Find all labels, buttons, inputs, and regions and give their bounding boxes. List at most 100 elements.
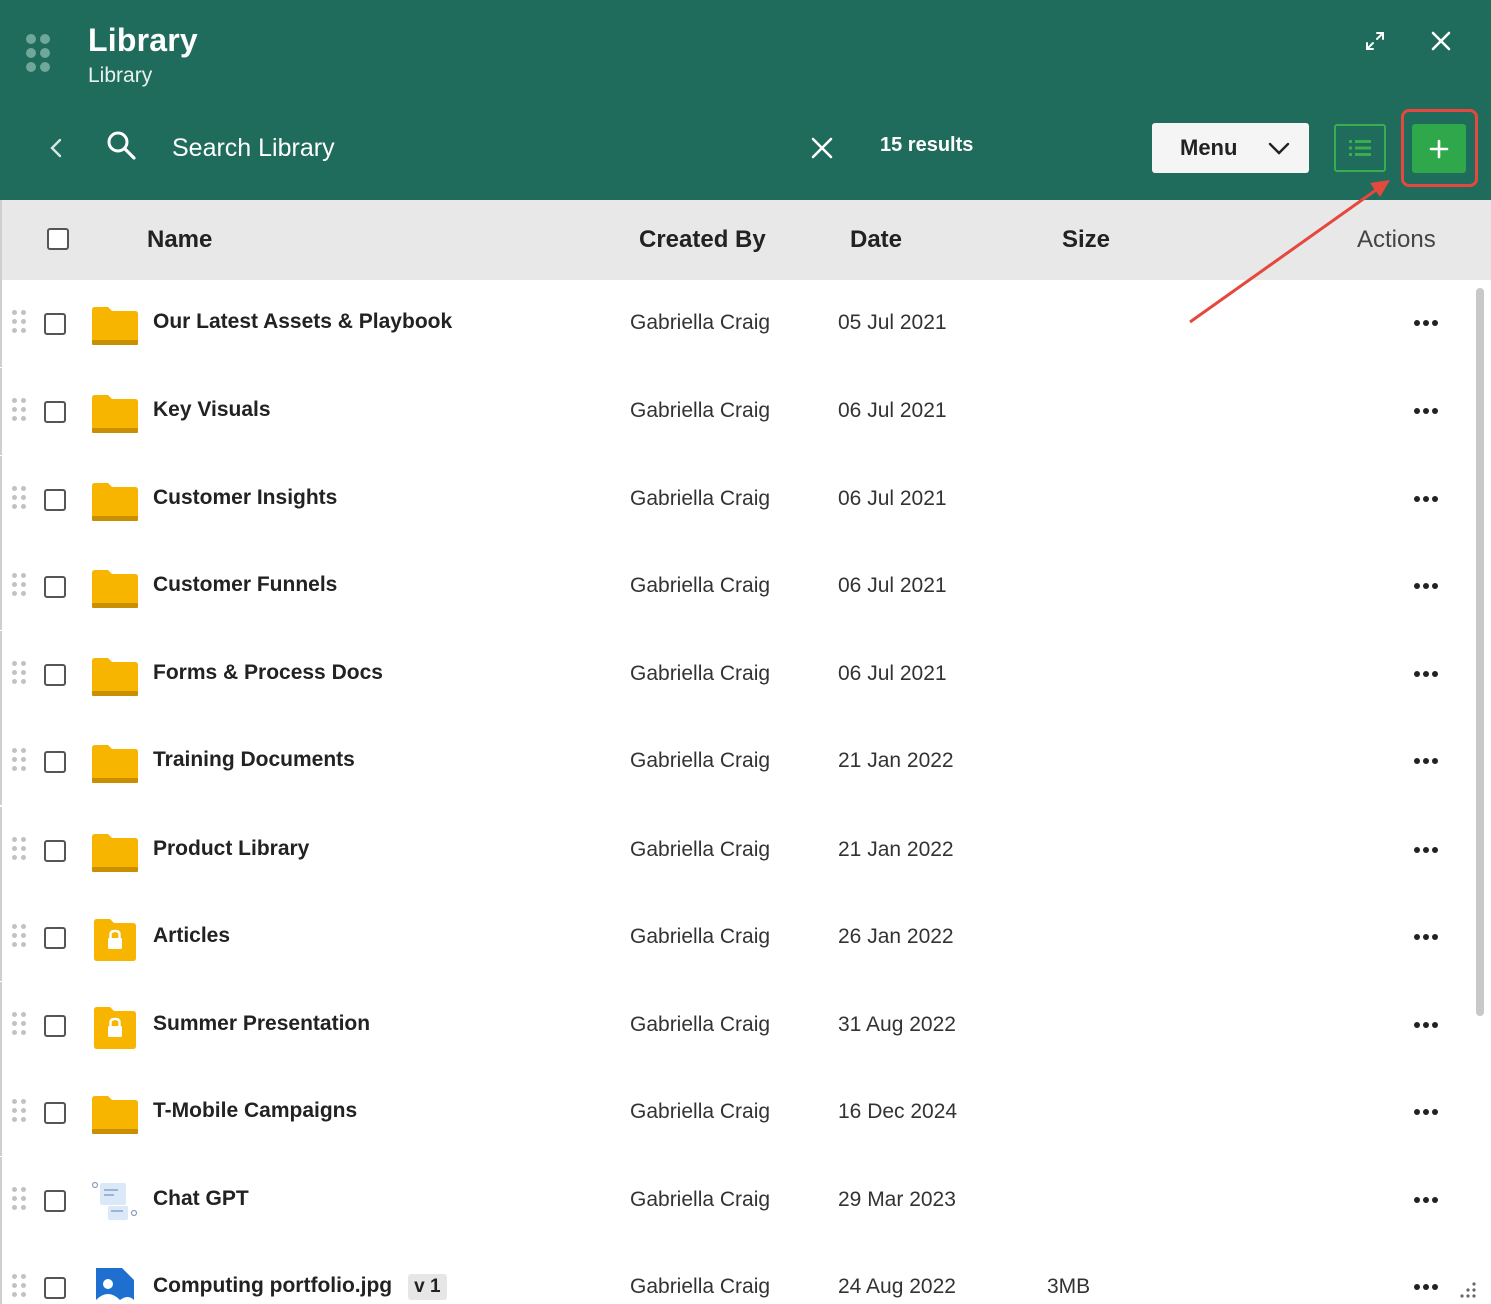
row-name[interactable]: Product Library	[153, 837, 309, 861]
row-actions-button[interactable]	[1408, 1012, 1444, 1038]
more-horizontal-icon	[1414, 408, 1438, 414]
more-horizontal-icon	[1414, 1109, 1438, 1115]
drag-grip-icon[interactable]	[12, 837, 30, 865]
table-row[interactable]: Product Library Gabriella Craig 21 Jan 2…	[0, 807, 1476, 894]
menu-button-label: Menu	[1180, 135, 1238, 160]
row-checkbox[interactable]	[44, 489, 66, 511]
row-created-by: Gabriella Craig	[630, 574, 771, 597]
drag-grip-icon[interactable]	[12, 1099, 30, 1127]
drag-grip-icon[interactable]	[12, 310, 30, 338]
table-row[interactable]: Summer Presentation Gabriella Craig 31 A…	[0, 982, 1476, 1069]
row-actions-button[interactable]	[1408, 661, 1444, 687]
drag-grip-icon[interactable]	[12, 1012, 30, 1040]
row-checkbox[interactable]	[44, 576, 66, 598]
row-checkbox[interactable]	[44, 1015, 66, 1037]
row-name[interactable]: Our Latest Assets & Playbook	[153, 310, 452, 334]
row-checkbox[interactable]	[44, 751, 66, 773]
row-created-by: Gabriella Craig	[630, 749, 771, 772]
drag-grip-icon[interactable]	[12, 573, 30, 601]
list-view-toggle-button[interactable]	[1334, 124, 1386, 172]
row-actions-button[interactable]	[1408, 486, 1444, 512]
row-created-by: Gabriella Craig	[630, 1275, 771, 1298]
folder-icon	[90, 478, 140, 524]
table-row[interactable]: Key Visuals Gabriella Craig 06 Jul 2021	[0, 368, 1476, 455]
row-created-by: Gabriella Craig	[630, 1013, 771, 1036]
resize-grip-icon[interactable]	[1454, 1276, 1480, 1302]
row-name[interactable]: Training Documents	[153, 748, 355, 772]
table-row[interactable]: T-Mobile Campaigns Gabriella Craig 16 De…	[0, 1069, 1476, 1156]
expand-icon	[1366, 32, 1384, 50]
expand-button[interactable]	[1358, 24, 1392, 58]
close-window-button[interactable]	[1424, 24, 1458, 58]
drag-grip-icon[interactable]	[12, 486, 30, 514]
row-actions-button[interactable]	[1408, 573, 1444, 599]
search-input[interactable]	[172, 126, 782, 170]
row-name[interactable]: Key Visuals	[153, 398, 271, 422]
drag-grip-icon[interactable]	[12, 398, 30, 426]
drag-grip-icon[interactable]	[12, 1274, 30, 1302]
table-row[interactable]: Customer Insights Gabriella Craig 06 Jul…	[0, 456, 1476, 543]
row-checkbox[interactable]	[44, 927, 66, 949]
window-subtitle: Library	[88, 64, 153, 87]
table-row[interactable]: Customer Funnels Gabriella Craig 06 Jul …	[0, 543, 1476, 630]
row-actions-button[interactable]	[1408, 1187, 1444, 1213]
table-row[interactable]: Articles Gabriella Craig 26 Jan 2022	[0, 894, 1476, 981]
column-header-date[interactable]: Date	[850, 226, 902, 254]
clear-search-button[interactable]	[804, 130, 840, 166]
row-name[interactable]: Customer Insights	[153, 486, 337, 510]
row-actions-button[interactable]	[1408, 837, 1444, 863]
drag-grip-icon[interactable]	[12, 661, 30, 689]
row-date: 06 Jul 2021	[838, 487, 947, 510]
table-row[interactable]: Computing portfolio.jpg v 1 Gabriella Cra…	[0, 1244, 1476, 1304]
table-row[interactable]: Chat GPT Gabriella Craig 29 Mar 2023	[0, 1157, 1476, 1244]
column-header-name[interactable]: Name	[147, 226, 212, 254]
row-name[interactable]: Forms & Process Docs	[153, 661, 383, 685]
table-row[interactable]: Training Documents Gabriella Craig 21 Ja…	[0, 718, 1476, 805]
row-name[interactable]: Computing portfolio.jpg v 1	[153, 1274, 447, 1300]
row-date: 21 Jan 2022	[838, 838, 954, 861]
select-all-checkbox[interactable]	[47, 228, 69, 250]
vertical-scrollbar[interactable]	[1476, 288, 1484, 1016]
row-checkbox[interactable]	[44, 1102, 66, 1124]
row-name[interactable]: T-Mobile Campaigns	[153, 1099, 357, 1123]
row-checkbox[interactable]	[44, 401, 66, 423]
row-checkbox[interactable]	[44, 664, 66, 686]
column-header-created-by[interactable]: Created By	[639, 226, 766, 254]
table-row[interactable]: Forms & Process Docs Gabriella Craig 06 …	[0, 631, 1476, 718]
results-count: 15 results	[880, 134, 974, 156]
row-name[interactable]: Summer Presentation	[153, 1012, 370, 1036]
row-actions-button[interactable]	[1408, 310, 1444, 336]
row-actions-button[interactable]	[1408, 398, 1444, 424]
drag-handle-icon[interactable]	[26, 34, 52, 74]
folder-icon	[90, 302, 140, 348]
row-checkbox[interactable]	[44, 840, 66, 862]
row-date: 16 Dec 2024	[838, 1100, 958, 1123]
row-checkbox[interactable]	[44, 313, 66, 335]
row-name[interactable]: Articles	[153, 924, 230, 948]
library-window: Library Library Search Library 15 result…	[0, 0, 1491, 1304]
row-date: 21 Jan 2022	[838, 749, 954, 772]
window-title: Library	[88, 22, 198, 58]
back-button[interactable]	[40, 130, 72, 166]
list-icon	[1349, 140, 1371, 156]
row-actions-button[interactable]	[1408, 748, 1444, 774]
table-row[interactable]: Our Latest Assets & Playbook Gabriella C…	[0, 280, 1476, 367]
row-name[interactable]: Chat GPT	[153, 1187, 249, 1211]
library-header: Library Library Search Library 15 result…	[0, 0, 1491, 200]
more-horizontal-icon	[1414, 320, 1438, 326]
row-created-by: Gabriella Craig	[630, 311, 771, 334]
row-actions-button[interactable]	[1408, 1099, 1444, 1125]
row-name[interactable]: Customer Funnels	[153, 573, 337, 597]
column-header-size[interactable]: Size	[1062, 226, 1110, 254]
menu-dropdown-button[interactable]: Menu	[1152, 123, 1309, 173]
row-actions-button[interactable]	[1408, 1274, 1444, 1300]
row-checkbox[interactable]	[44, 1190, 66, 1212]
locked-folder-icon	[90, 1004, 140, 1050]
row-checkbox[interactable]	[44, 1277, 66, 1299]
add-button[interactable]	[1412, 124, 1466, 173]
drag-grip-icon[interactable]	[12, 924, 30, 952]
row-actions-button[interactable]	[1408, 924, 1444, 950]
drag-grip-icon[interactable]	[12, 748, 30, 776]
drag-grip-icon[interactable]	[12, 1187, 30, 1215]
row-created-by: Gabriella Craig	[630, 399, 771, 422]
